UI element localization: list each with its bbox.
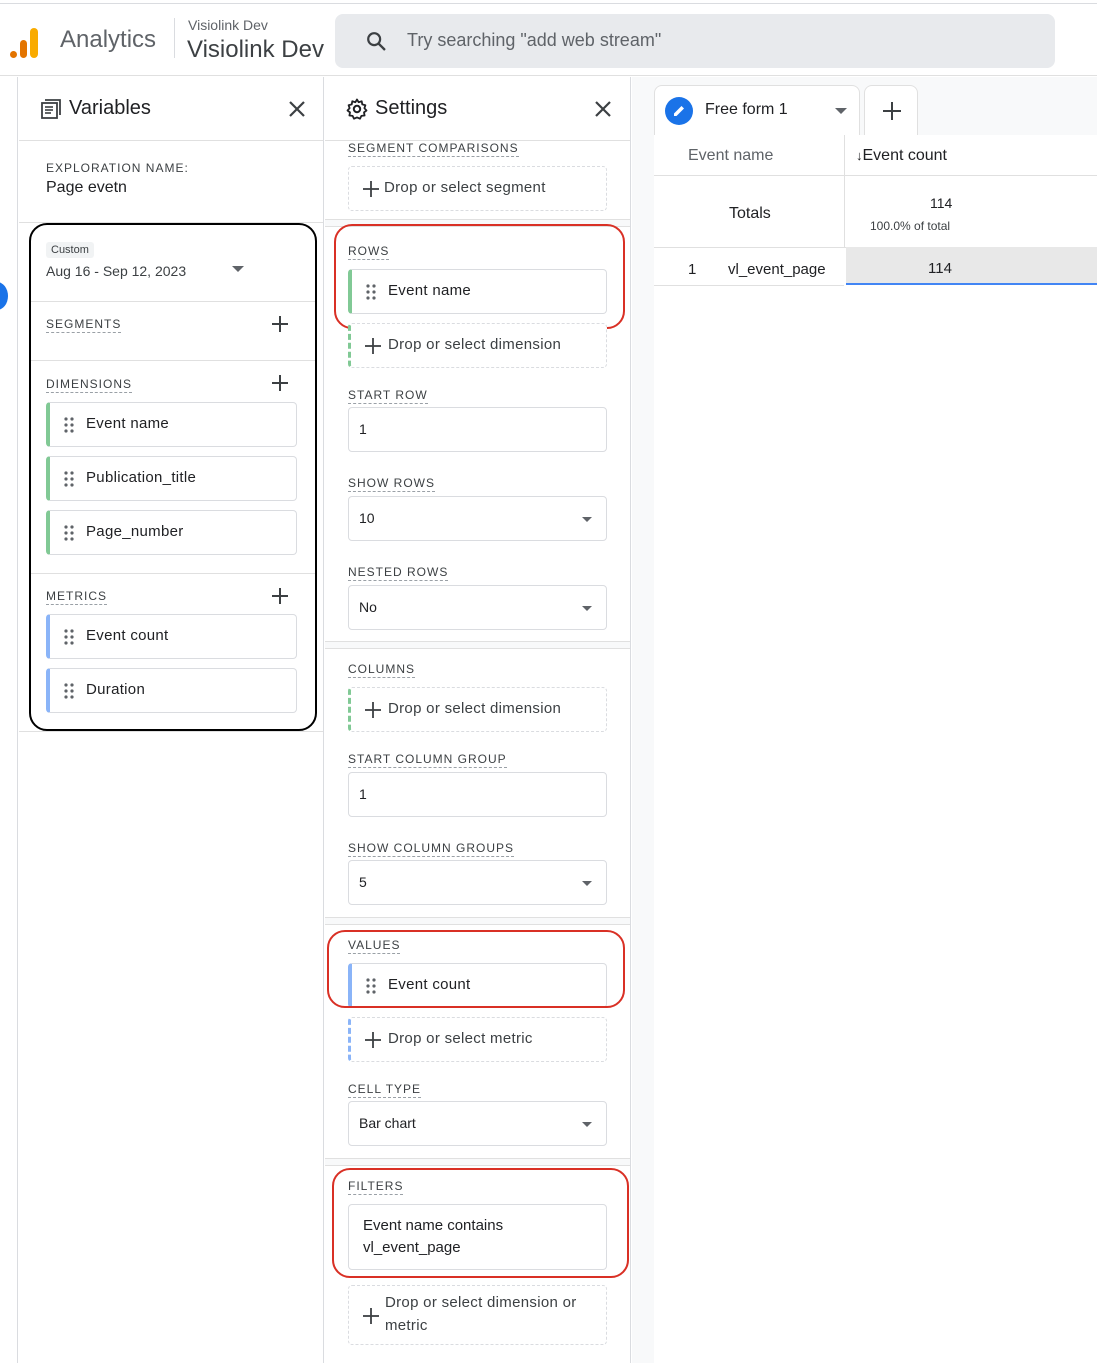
section-divider — [325, 641, 630, 649]
filters-dropzone[interactable]: Drop or select dimension or metric — [348, 1285, 607, 1345]
settings-panel: Settings SEGMENT COMPARISONS Drop or sel… — [325, 77, 631, 1363]
totals-value: 114 — [930, 195, 953, 211]
row-dimension-value[interactable]: vl_event_page — [728, 261, 826, 278]
cell-type-label: CELL TYPE — [348, 1082, 422, 1098]
values-dropzone-label: Drop or select metric — [388, 1030, 533, 1047]
columns-label: COLUMNS — [348, 662, 416, 678]
search-bar[interactable]: Try searching "add web stream" — [335, 14, 1055, 68]
row-divider — [654, 175, 1097, 176]
plus-icon — [363, 1308, 379, 1324]
section-divider — [325, 1158, 630, 1166]
close-icon[interactable] — [285, 97, 309, 121]
totals-percent: 100.0% of total — [870, 219, 951, 233]
show-rows-label: SHOW ROWS — [348, 476, 435, 492]
add-tab-button[interactable] — [864, 85, 918, 135]
show-column-groups-select[interactable]: 5 — [348, 860, 607, 905]
search-placeholder: Try searching "add web stream" — [407, 30, 662, 50]
plus-icon — [365, 1032, 381, 1048]
show-rows-select[interactable]: 10 — [348, 496, 607, 541]
column-divider — [844, 135, 845, 247]
column-header-dimension[interactable]: Event name — [688, 147, 773, 165]
segment-comparisons-label: SEGMENT COMPARISONS — [348, 141, 519, 157]
values-dropzone[interactable]: Drop or select metric — [348, 1017, 607, 1062]
divider — [19, 731, 323, 732]
analytics-logo-icon[interactable] — [8, 24, 40, 58]
account-name-small[interactable]: Visiolink Dev — [188, 17, 268, 33]
annotation-outline — [327, 930, 625, 1008]
tab-free-form-1[interactable]: Free form 1 — [654, 85, 860, 135]
chevron-down-icon — [582, 1122, 592, 1127]
columns-dropzone-label: Drop or select dimension — [388, 700, 562, 717]
filters-dropzone-label: Drop or select dimension or — [385, 1294, 577, 1311]
chevron-down-icon[interactable] — [835, 108, 847, 114]
start-row-field[interactable]: 1 — [348, 407, 607, 452]
exploration-name-label: EXPLORATION NAME: — [46, 161, 189, 175]
show-rows-value: 10 — [359, 510, 375, 526]
nested-rows-select[interactable]: No — [348, 585, 607, 630]
section-divider — [325, 917, 630, 925]
app-name: Analytics — [60, 26, 157, 53]
variables-panel: Variables EXPLORATION NAME: Page evetn C… — [19, 77, 324, 1363]
close-icon[interactable] — [591, 97, 615, 121]
row-divider — [654, 285, 844, 286]
start-column-group-field[interactable]: 1 — [348, 772, 607, 817]
start-column-group-label: START COLUMN GROUP — [348, 752, 507, 768]
annotation-outline — [29, 223, 317, 731]
nested-rows-value: No — [359, 599, 377, 615]
app-header: Analytics Visiolink Dev Visiolink Dev Tr… — [0, 4, 1097, 76]
pencil-icon[interactable] — [665, 97, 693, 125]
search-icon — [367, 32, 386, 51]
exploration-canvas: Free form 1 Event name ↓Event count Tota… — [632, 77, 1097, 1363]
free-form-table: Event name ↓Event count Totals 114 100.0… — [654, 135, 1097, 1363]
start-column-group-value: 1 — [359, 786, 367, 802]
show-column-groups-label: SHOW COLUMN GROUPS — [348, 841, 515, 857]
exploration-name-input[interactable]: Page evetn — [46, 179, 127, 197]
settings-title: Settings — [375, 97, 448, 119]
columns-dropzone[interactable]: Drop or select dimension — [348, 687, 607, 732]
segment-dropzone-label: Drop or select segment — [384, 179, 546, 196]
plus-icon — [363, 181, 379, 197]
show-column-groups-value: 5 — [359, 874, 367, 890]
rows-dropzone-label: Drop or select dimension — [388, 336, 562, 353]
column-header-metric[interactable]: ↓Event count — [856, 147, 947, 165]
bar-cell[interactable] — [846, 247, 1097, 285]
left-nav-gutter — [0, 77, 18, 1363]
segment-dropzone[interactable]: Drop or select segment — [348, 166, 607, 211]
start-row-label: START ROW — [348, 388, 428, 404]
annotation-outline — [334, 224, 625, 329]
variables-header: Variables — [19, 77, 323, 141]
filters-dropzone-label-2: metric — [385, 1317, 428, 1334]
nav-indicator-icon[interactable] — [0, 282, 8, 310]
nested-rows-label: NESTED ROWS — [348, 565, 449, 581]
gear-icon — [346, 98, 368, 120]
plus-icon — [883, 102, 901, 120]
rows-dropzone[interactable]: Drop or select dimension — [348, 323, 607, 368]
row-metric-value: 114 — [928, 260, 952, 277]
start-row-value: 1 — [359, 421, 367, 437]
annotation-outline — [332, 1168, 629, 1278]
totals-label: Totals — [729, 205, 771, 222]
variables-title: Variables — [69, 97, 151, 119]
tab-label: Free form 1 — [705, 101, 788, 118]
plus-icon — [365, 702, 381, 718]
metric-header-label: Event count — [862, 147, 948, 164]
chevron-down-icon — [582, 517, 592, 522]
cell-type-select[interactable]: Bar chart — [348, 1101, 607, 1146]
chevron-down-icon — [582, 606, 592, 611]
settings-header: Settings — [325, 77, 630, 141]
chevron-down-icon — [582, 881, 592, 886]
row-index: 1 — [688, 261, 697, 278]
cell-type-value: Bar chart — [359, 1115, 416, 1131]
header-divider — [174, 18, 175, 58]
property-name[interactable]: Visiolink Dev — [187, 36, 324, 64]
plus-icon — [365, 338, 381, 354]
variables-icon — [41, 99, 61, 119]
